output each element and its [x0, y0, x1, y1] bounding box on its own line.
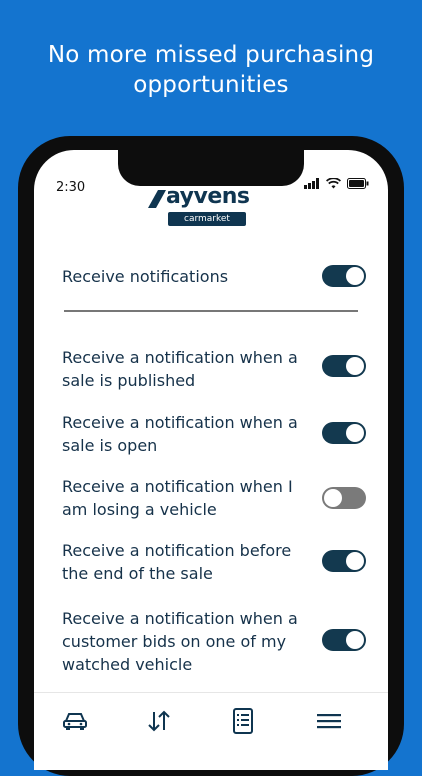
- cellular-signal-icon: [304, 178, 319, 189]
- brand-logo: ayvens carmarket: [148, 184, 250, 228]
- battery-icon: [347, 178, 369, 189]
- wifi-icon: [326, 178, 341, 189]
- toggle-knob: [346, 267, 364, 285]
- car-icon: [63, 713, 87, 730]
- status-icons: [304, 178, 369, 189]
- phone-screen: [34, 150, 388, 770]
- receive-notifications-toggle[interactable]: [322, 265, 366, 287]
- tab-menu[interactable]: [312, 706, 346, 736]
- headline: No more missed purchasing opportunities: [47, 42, 375, 98]
- section-divider: [64, 310, 358, 312]
- status-time: 2:30: [56, 180, 86, 195]
- toggle-knob: [346, 357, 364, 375]
- brand-mark-icon: [148, 190, 166, 208]
- tab-documents[interactable]: [226, 706, 260, 736]
- tab-sort[interactable]: [142, 706, 176, 736]
- toggle-losing-vehicle[interactable]: [322, 487, 366, 509]
- toggle-sale-published[interactable]: [322, 355, 366, 377]
- toggle-sale-open[interactable]: [322, 422, 366, 444]
- toggle-knob: [346, 631, 364, 649]
- menu-icon: [317, 714, 341, 729]
- tab-vehicles[interactable]: [58, 706, 92, 736]
- brand-name: ayvens: [166, 184, 250, 209]
- setting-label-open: Receive a notification when a sale is op…: [62, 413, 298, 455]
- toggle-knob: [346, 424, 364, 442]
- setting-label-end-of-sale: Receive a notification before the end of…: [62, 541, 292, 583]
- sort-arrows-icon: [148, 710, 170, 732]
- setting-label-customer-bids: Receive a notification when a customer b…: [62, 609, 298, 674]
- setting-label-losing: Receive a notification when I am losing …: [62, 477, 293, 519]
- toggle-knob: [324, 489, 342, 507]
- document-list-icon: [233, 708, 253, 734]
- brand-tag: carmarket: [168, 212, 246, 226]
- toggle-knob: [346, 552, 364, 570]
- setting-label-published: Receive a notification when a sale is pu…: [62, 348, 298, 390]
- receive-notifications-label: Receive notifications: [62, 267, 229, 286]
- toggle-customer-bids[interactable]: [322, 629, 366, 651]
- toggle-end-of-sale[interactable]: [322, 550, 366, 572]
- phone-notch: [118, 150, 304, 186]
